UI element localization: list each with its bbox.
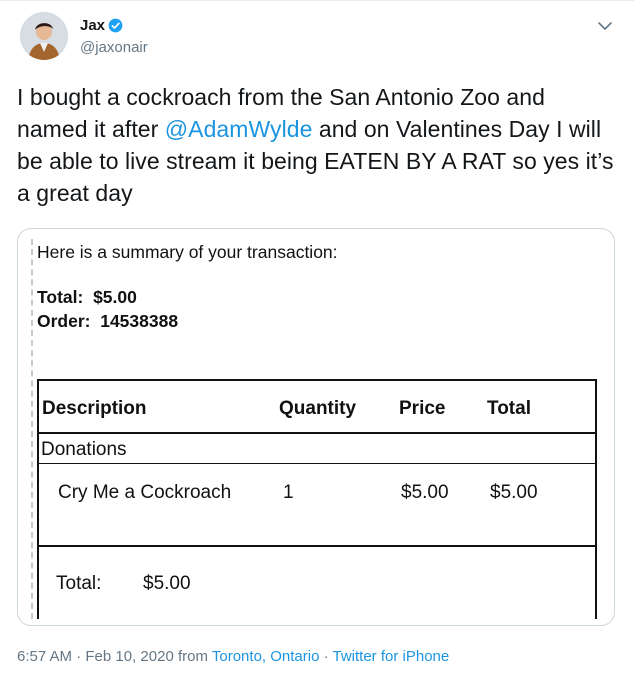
receipt-order-label: Order: <box>37 311 91 331</box>
table-divider <box>39 545 595 547</box>
table-section-label: Donations <box>41 439 127 460</box>
table-item-price: $5.00 <box>401 482 449 503</box>
receipt-intro: Here is a summary of your transaction: <box>37 242 338 262</box>
tweet-time[interactable]: 6:57 AM <box>17 648 72 665</box>
avatar[interactable] <box>20 12 68 60</box>
table-header-description: Description <box>42 398 147 419</box>
receipt-table: Description Quantity Price Total Donatio… <box>37 379 597 619</box>
table-footer-value: $5.00 <box>143 573 191 594</box>
table-header-quantity: Quantity <box>279 398 357 419</box>
source-link[interactable]: Twitter for iPhone <box>333 648 450 665</box>
author-handle[interactable]: @jaxonair <box>80 39 148 56</box>
receipt-total-value: $5.00 <box>93 287 137 307</box>
receipt-order-line: Order: 14538388 <box>37 311 178 332</box>
top-divider <box>0 0 634 1</box>
tweet-date[interactable]: Feb 10, 2020 <box>85 648 173 665</box>
chevron-down-icon[interactable] <box>597 20 613 32</box>
avatar-image <box>20 12 68 60</box>
receipt-image-card[interactable]: Here is a summary of your transaction: T… <box>17 228 615 626</box>
table-item-description: Cry Me a Cockroach <box>58 482 232 503</box>
meta-separator: · <box>72 648 86 665</box>
verified-badge-icon <box>108 18 123 33</box>
tweet-meta: 6:57 AM · Feb 10, 2020 from Toronto, Ont… <box>17 648 449 665</box>
table-divider <box>39 432 595 434</box>
receipt-total-line: Total: $5.00 <box>37 287 137 308</box>
tweet-text: I bought a cockroach from the San Antoni… <box>17 81 617 209</box>
location-link[interactable]: Toronto, Ontario <box>212 648 320 665</box>
receipt-order-value: 14538388 <box>100 311 179 331</box>
meta-from: from <box>173 648 212 665</box>
table-footer-label: Total: <box>56 573 102 594</box>
table-item-quantity: 1 <box>283 482 294 503</box>
meta-separator: · <box>319 648 333 665</box>
table-item-total: $5.00 <box>490 482 538 503</box>
author-display-name[interactable]: Jax <box>80 17 105 34</box>
receipt-perforation <box>31 239 33 619</box>
table-divider <box>39 463 595 464</box>
receipt-total-label: Total: <box>37 287 84 307</box>
table-header-price: Price <box>399 398 446 419</box>
mention-link[interactable]: @AdamWylde <box>165 116 313 142</box>
table-header-total: Total <box>487 398 531 419</box>
